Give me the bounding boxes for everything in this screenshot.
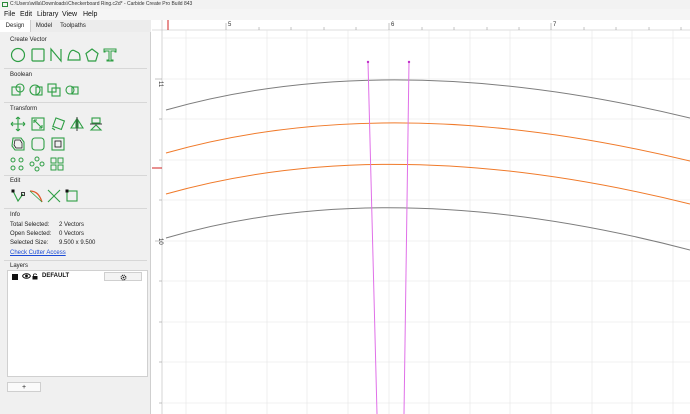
section-boolean: Boolean xyxy=(10,72,33,78)
section-create-vector: Create Vector xyxy=(10,37,47,43)
design-canvas[interactable]: 5 6 7 11 10 xyxy=(152,20,690,414)
rectangle-icon[interactable] xyxy=(30,47,46,63)
total-selected-value: 2 Vectors xyxy=(59,222,85,228)
weld-icon[interactable] xyxy=(64,82,80,98)
menu-file[interactable]: File xyxy=(4,9,15,20)
menu-view[interactable]: View xyxy=(62,9,77,20)
outer-arc-gray[interactable] xyxy=(165,79,690,119)
polyline-icon[interactable] xyxy=(48,47,64,63)
divider xyxy=(4,260,147,261)
union-icon[interactable] xyxy=(10,82,26,98)
total-selected-label: Total Selected: xyxy=(10,222,50,228)
layer-color-swatch[interactable] xyxy=(12,274,18,280)
move-icon[interactable] xyxy=(10,116,26,132)
open-selected-row: Open Selected: 0 Vectors xyxy=(10,231,84,237)
open-selected-value: 0 Vectors xyxy=(59,231,85,237)
total-selected-row: Total Selected: 2 Vectors xyxy=(10,222,84,228)
layer-settings-button[interactable] xyxy=(104,272,142,281)
menu-help[interactable]: Help xyxy=(83,9,97,20)
ruler-label-10: 10 xyxy=(157,238,163,245)
divider xyxy=(4,68,147,69)
divider xyxy=(4,102,147,103)
section-layers: Layers xyxy=(10,263,29,269)
title-bar: C:\Users\willa\Downloads\Checkerboard Ri… xyxy=(0,0,690,9)
intersect-icon[interactable] xyxy=(46,82,62,98)
subtract-icon[interactable] xyxy=(28,82,44,98)
add-layer-button[interactable]: + xyxy=(7,382,41,392)
inset-icon[interactable] xyxy=(50,136,66,152)
menu-bar: File Edit Library View Help xyxy=(0,9,690,20)
app-icon xyxy=(2,2,8,7)
open-selected-label: Open Selected: xyxy=(10,231,52,237)
canvas-grid xyxy=(162,30,690,414)
inner-arc-orange[interactable] xyxy=(165,163,690,205)
selected-size-value: 9.500 x 9.500 xyxy=(59,240,96,246)
menu-library[interactable]: Library xyxy=(37,9,58,20)
selected-vector-left[interactable] xyxy=(367,61,378,414)
ruler-label-11: 11 xyxy=(157,81,163,88)
layers-list: DEFAULT xyxy=(7,270,148,377)
section-transform: Transform xyxy=(10,106,38,112)
selected-size-row: Selected Size: 9.500 x 9.500 xyxy=(10,240,95,246)
selected-vector-right[interactable] xyxy=(403,61,410,414)
scale-icon[interactable] xyxy=(30,116,46,132)
eye-icon[interactable] xyxy=(21,272,32,282)
panel-tabs: Design Model Toolpaths xyxy=(0,20,151,32)
join-icon[interactable] xyxy=(64,188,80,204)
circular-array-icon[interactable] xyxy=(10,156,26,172)
fillet-icon[interactable] xyxy=(30,136,46,152)
rotate-icon[interactable] xyxy=(50,116,66,132)
mirror-icon[interactable] xyxy=(69,116,85,132)
layer-row[interactable]: DEFAULT xyxy=(8,271,147,282)
vector-endpoint[interactable] xyxy=(407,60,411,64)
selected-size-label: Selected Size: xyxy=(10,240,49,246)
menu-edit[interactable]: Edit xyxy=(20,9,32,20)
grid-array-icon[interactable] xyxy=(49,156,65,172)
polygon-icon[interactable] xyxy=(84,47,100,63)
smooth-icon[interactable] xyxy=(28,188,44,204)
divider xyxy=(4,208,147,209)
circle-icon[interactable] xyxy=(10,47,26,63)
gear-icon xyxy=(120,274,126,281)
text-icon[interactable] xyxy=(102,47,118,63)
lock-icon[interactable] xyxy=(32,273,38,280)
top-ruler[interactable] xyxy=(152,20,690,30)
tab-design[interactable]: Design xyxy=(0,20,31,32)
rotational-array-icon[interactable] xyxy=(29,156,45,172)
check-cutter-access-link[interactable]: Check Cutter Access xyxy=(10,250,66,256)
design-panel: Design Model Toolpaths Create Vector Boo… xyxy=(0,20,151,414)
section-info: Info xyxy=(10,212,21,218)
inner-arc-gray[interactable] xyxy=(165,207,690,251)
tab-model[interactable]: Model xyxy=(31,20,57,32)
vector-endpoint[interactable] xyxy=(366,60,370,64)
node-edit-icon[interactable] xyxy=(10,188,26,204)
curve-icon[interactable] xyxy=(66,47,82,63)
trim-icon[interactable] xyxy=(46,188,62,204)
layer-name: DEFAULT xyxy=(42,273,70,279)
section-edit: Edit xyxy=(10,178,21,184)
align-icon[interactable] xyxy=(88,116,104,132)
window-title: C:\Users\willa\Downloads\Checkerboard Ri… xyxy=(10,1,193,7)
tab-toolpaths[interactable]: Toolpaths xyxy=(57,20,89,32)
offset-icon[interactable] xyxy=(10,136,26,152)
divider xyxy=(4,175,147,176)
outer-arc-orange[interactable] xyxy=(165,122,690,162)
